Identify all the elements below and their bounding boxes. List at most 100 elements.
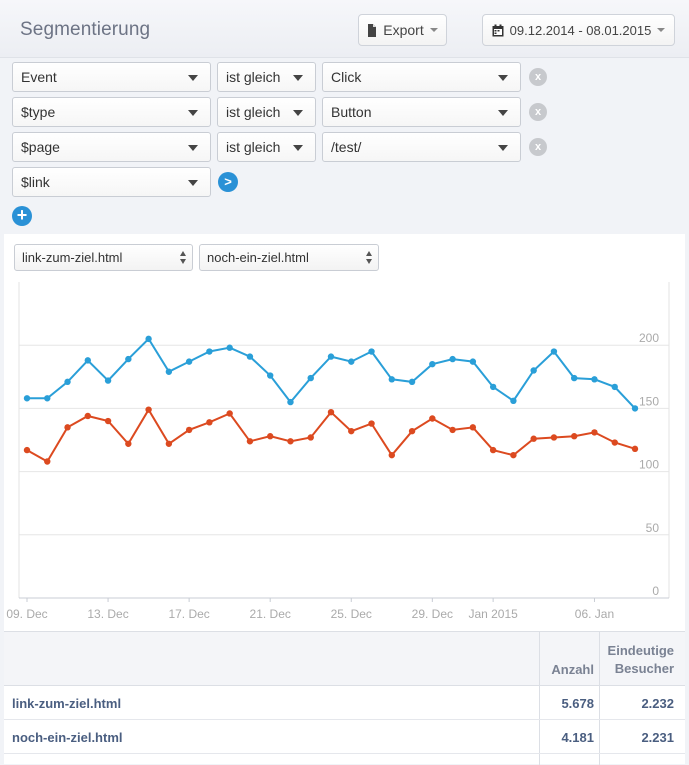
column-header-unique[interactable]: Eindeutige	[608, 643, 674, 659]
filter-value-select[interactable]: Click	[322, 62, 521, 92]
caret-down-icon	[429, 28, 438, 32]
data-point	[267, 372, 274, 379]
data-point	[571, 433, 578, 440]
data-point	[611, 383, 618, 391]
data-point	[44, 395, 51, 402]
data-point	[307, 434, 314, 441]
data-point	[287, 398, 294, 406]
y-tick-label: 100	[639, 458, 659, 472]
chevron-down-icon	[188, 110, 198, 116]
data-point	[550, 434, 558, 441]
row-unique: 2.231	[641, 730, 674, 745]
close-icon[interactable]: x	[529, 138, 547, 156]
data-point	[206, 419, 213, 426]
data-point	[84, 412, 92, 420]
data-point	[510, 451, 517, 459]
date-range-label: 09.12.2014 - 08.01.2015	[509, 22, 652, 38]
filter-value-value: Click	[331, 69, 362, 85]
data-point	[185, 358, 193, 365]
row-name: link-zum-ziel.html	[12, 696, 122, 711]
chevron-right-icon[interactable]: >	[218, 172, 238, 192]
data-point	[429, 415, 436, 422]
chevron-down-icon	[498, 75, 508, 81]
series-line	[26, 407, 636, 463]
data-point	[591, 376, 598, 383]
filter-value-select[interactable]: Button	[322, 97, 521, 127]
breakdown-property-select[interactable]: $link	[12, 167, 211, 197]
date-range-button[interactable]: 09.12.2014 - 08.01.2015	[482, 14, 675, 46]
x-tick-label: 13. Dec	[87, 607, 128, 621]
y-tick-label: 150	[639, 394, 659, 408]
filter-property-select[interactable]: $page	[12, 132, 211, 162]
row-name: noch-ein-ziel.html	[12, 730, 123, 745]
close-icon[interactable]: x	[529, 103, 547, 121]
caret-down-icon	[657, 28, 666, 32]
summary-table: Anzahl Eindeutige Besucher link-zum-ziel…	[4, 631, 685, 765]
filter-value-select[interactable]: /test/	[322, 132, 521, 162]
filter-operator-select[interactable]: ist gleich	[217, 62, 316, 92]
data-point	[307, 374, 314, 382]
row-unique: 2.232	[641, 696, 674, 711]
data-point	[44, 458, 51, 465]
series-line	[27, 337, 636, 410]
filter-panel: Event ist gleich Click x $type ist gleic…	[0, 58, 689, 234]
data-point	[631, 405, 639, 412]
filter-property-select[interactable]: $type	[12, 97, 211, 127]
x-tick-label: 06. Jan	[575, 607, 614, 621]
filter-operator-value: ist gleich	[226, 104, 281, 120]
filter-property-select[interactable]: Event	[12, 62, 211, 92]
data-point	[348, 358, 355, 365]
data-point	[530, 367, 537, 374]
data-point	[388, 376, 395, 383]
data-point	[408, 378, 416, 386]
data-point	[104, 417, 112, 425]
column-header-count[interactable]: Anzahl	[551, 662, 594, 678]
chart-panel: link-zum-ziel.html noch-ein-ziel.html 05…	[4, 234, 685, 631]
filter-operator-select[interactable]: ist gleich	[217, 97, 316, 127]
y-tick-label: 50	[646, 521, 660, 535]
data-point	[530, 435, 537, 442]
data-point	[125, 440, 132, 447]
chevron-down-icon	[188, 180, 198, 186]
x-tick-label: 29. Dec	[412, 607, 453, 621]
row-count: 4.181	[561, 730, 594, 745]
x-tick-label: Jan 2015	[468, 607, 518, 621]
export-button[interactable]: Export	[358, 14, 447, 46]
x-tick-label: 25. Dec	[331, 607, 372, 621]
chevron-down-icon	[293, 110, 303, 116]
data-point	[550, 348, 558, 355]
table-row[interactable]: link-zum-ziel.html 5.678 2.232	[4, 686, 685, 720]
data-point	[246, 438, 254, 445]
header: Segmentierung Export 09.12.2014 - 08.01.…	[0, 0, 689, 58]
plus-icon[interactable]: +	[12, 206, 32, 226]
data-point	[449, 426, 456, 434]
x-tick-label: 21. Dec	[250, 607, 291, 621]
x-tick-label: 17. Dec	[168, 607, 209, 621]
filter-operator-select[interactable]: ist gleich	[217, 132, 316, 162]
filter-value-value: /test/	[331, 139, 362, 155]
data-point	[84, 357, 92, 364]
table-row[interactable]: noch-ein-ziel.html 4.181 2.231	[4, 720, 685, 754]
filter-property-value: Event	[21, 69, 57, 85]
data-point	[104, 377, 112, 384]
data-point	[429, 360, 436, 368]
row-count: 5.678	[561, 696, 594, 711]
data-point	[206, 348, 213, 355]
filter-value-value: Button	[331, 104, 372, 120]
chevron-down-icon	[498, 110, 508, 116]
data-point	[368, 420, 375, 427]
column-header-visitors: Besucher	[614, 661, 674, 676]
data-point	[125, 355, 132, 363]
data-point	[591, 429, 598, 436]
document-icon	[368, 23, 377, 37]
data-point	[469, 424, 477, 431]
page-title: Segmentierung	[20, 19, 151, 40]
data-point	[489, 446, 497, 454]
y-tick-label: 200	[639, 331, 659, 345]
data-point	[631, 445, 639, 453]
data-point	[388, 451, 395, 459]
data-point	[348, 427, 355, 435]
data-point	[165, 440, 173, 447]
close-icon[interactable]: x	[529, 68, 547, 86]
data-point	[489, 383, 497, 391]
